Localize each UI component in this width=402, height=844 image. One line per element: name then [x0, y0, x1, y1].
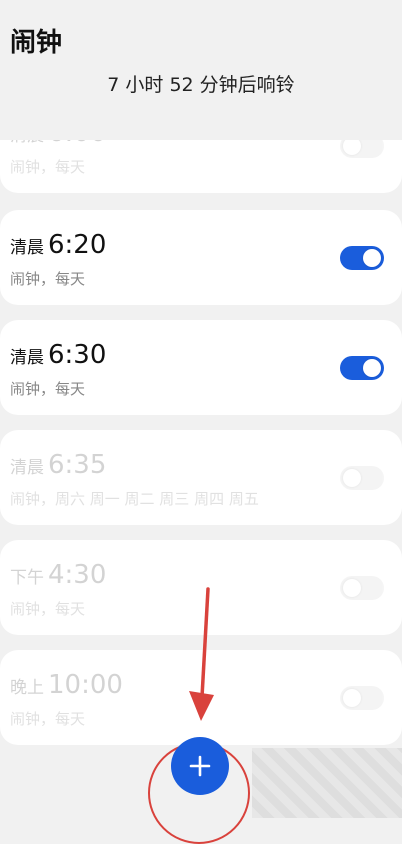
pointer-arrow-icon — [189, 587, 214, 721]
alarm-toggle[interactable] — [340, 686, 384, 710]
alarm-subtitle: 闹钟，每天 — [10, 270, 86, 288]
blurred-region — [252, 748, 402, 818]
toggle-knob — [343, 579, 361, 597]
alarm-subtitle: 闹钟，每天 — [10, 158, 86, 176]
alarm-toggle[interactable] — [340, 466, 384, 490]
alarm-period: 清晨 — [10, 238, 44, 258]
toggle-knob — [343, 469, 361, 487]
alarm-subtitle: 闹钟，周六 周一 周二 周三 周四 周五 — [10, 490, 259, 508]
alarm-subtitle: 闹钟，每天 — [10, 710, 86, 728]
alarm-subtitle: 闹钟，每天 — [10, 380, 86, 398]
alarm-period: 清晨 — [10, 458, 44, 478]
alarm-toggle[interactable] — [340, 246, 384, 270]
alarm-time-row: 下午 4:30 — [10, 560, 106, 590]
alarm-item[interactable]: 清晨 6:20 闹钟，每天 — [0, 210, 402, 305]
toggle-knob — [343, 689, 361, 707]
app-header: 闹钟 7 小时 52 分钟后响铃 — [0, 0, 402, 140]
alarm-period: 下午 — [10, 568, 44, 588]
alarm-time: 6:30 — [48, 340, 107, 370]
alarm-period: 晚上 — [10, 678, 44, 698]
alarm-time-row: 晚上 10:00 — [10, 670, 123, 700]
next-alarm-countdown: 7 小时 52 分钟后响铃 — [107, 74, 295, 96]
alarm-item[interactable]: 清晨 6:30 闹钟，每天 — [0, 320, 402, 415]
alarm-item[interactable]: 清晨 6:35 闹钟，周六 周一 周二 周三 周四 周五 — [0, 430, 402, 525]
alarm-time: 6:35 — [48, 450, 107, 480]
alarm-toggle[interactable] — [340, 356, 384, 380]
alarm-time: 6:20 — [48, 230, 107, 260]
page-title: 闹钟 — [10, 28, 63, 58]
plus-icon — [189, 755, 211, 777]
alarm-time-row: 清晨 6:30 — [10, 340, 106, 370]
alarm-time: 10:00 — [48, 670, 123, 700]
alarm-period: 清晨 — [10, 348, 44, 368]
alarm-time: 4:30 — [48, 560, 107, 590]
alarm-time-row: 清晨 6:35 — [10, 450, 106, 480]
add-alarm-button[interactable] — [171, 737, 229, 795]
alarm-time-row: 清晨 6:20 — [10, 230, 106, 260]
toggle-knob — [363, 359, 381, 377]
alarm-toggle[interactable] — [340, 576, 384, 600]
alarm-subtitle: 闹钟，每天 — [10, 600, 86, 618]
toggle-knob — [363, 249, 381, 267]
